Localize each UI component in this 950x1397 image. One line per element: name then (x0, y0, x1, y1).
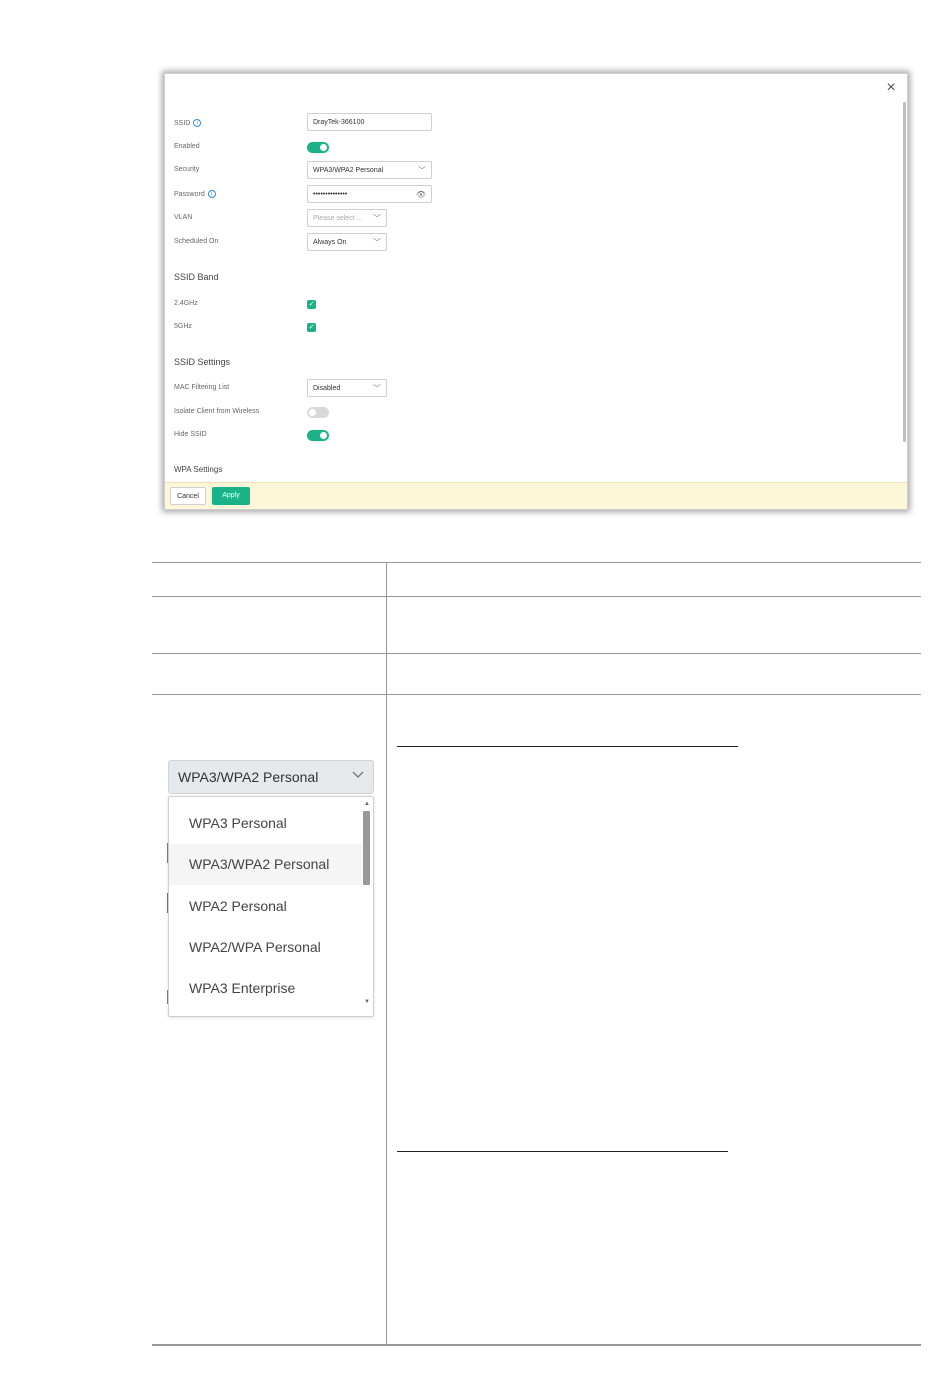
chevron-down-icon (352, 771, 364, 778)
info-icon[interactable]: i (207, 190, 216, 198)
table-rule (152, 562, 921, 563)
band-5-checkbox[interactable]: ✓ (307, 323, 316, 332)
enabled-label: Enabled (174, 143, 200, 150)
cancel-button[interactable]: Cancel (170, 487, 206, 505)
chevron-down-icon: ﹀ (373, 384, 381, 393)
ssid-settings-heading: SSID Settings (174, 357, 231, 367)
info-icon[interactable]: i (193, 119, 202, 127)
dropdown-option[interactable]: WPA3 Personal (169, 803, 362, 844)
band-24-label: 2.4GHz (174, 300, 198, 307)
table-rule (152, 596, 921, 597)
dropdown-scrollbar[interactable] (363, 811, 370, 885)
ssid-band-heading: SSID Band (174, 272, 219, 282)
apply-button[interactable]: Apply (212, 487, 250, 505)
isolate-toggle[interactable] (307, 407, 329, 418)
mac-filter-select[interactable]: Disabled ﹀ (307, 379, 387, 397)
security-dropdown-list: WPA3 Personal WPA3/WPA2 Personal WPA2 Pe… (168, 796, 374, 1017)
scheduled-value: Always On (313, 239, 347, 246)
scheduled-select[interactable]: Always On ﹀ (307, 233, 387, 251)
underline-rule (397, 746, 738, 747)
scroll-up-icon[interactable]: ▲ (364, 801, 370, 807)
mac-filter-value: Disabled (313, 385, 341, 392)
enabled-toggle[interactable] (307, 142, 329, 153)
vlan-label: VLAN (174, 214, 193, 221)
table-rule (152, 653, 921, 654)
table-bottom-rule (152, 1344, 921, 1346)
wpa-settings-heading: WPA Settings (174, 465, 223, 474)
security-select[interactable]: WPA3/WPA2 Personal ﹀ (307, 161, 432, 179)
password-label: Password i (174, 190, 216, 198)
table-column-divider (386, 562, 387, 1345)
table-rule (152, 694, 921, 695)
isolate-label: Isolate Client from Wireless (174, 408, 260, 415)
hide-ssid-toggle[interactable] (307, 430, 329, 441)
security-dropdown-value: WPA3/WPA2 Personal (178, 769, 319, 785)
security-label: Security (174, 166, 200, 173)
band-24-checkbox[interactable]: ✓ (307, 300, 316, 309)
dropdown-option[interactable]: WPA2 Personal (169, 886, 362, 927)
scheduled-label: Scheduled On (174, 238, 219, 245)
vlan-select[interactable]: Please select ... ﹀ (307, 209, 387, 227)
hide-ssid-label: Hide SSID (174, 431, 207, 438)
chevron-down-icon: ﹀ (418, 166, 426, 175)
security-select-value: WPA3/WPA2 Personal (313, 167, 384, 174)
dropdown-option[interactable]: WPA3/WPA2 Personal (169, 844, 362, 885)
chevron-down-icon: ﹀ (373, 238, 381, 247)
dropdown-option[interactable]: WPA2/WPA Personal (169, 927, 362, 968)
dialog-scrollbar[interactable] (903, 102, 906, 442)
band-5-label: 5GHz (174, 323, 192, 330)
mac-filter-label: MAC Filtering List (174, 384, 230, 391)
dropdown-option[interactable]: WPA3 Enterprise (169, 968, 362, 1009)
underline-rule (397, 1151, 728, 1152)
eye-icon[interactable]: 👁 (416, 186, 426, 204)
chevron-down-icon: ﹀ (373, 214, 381, 223)
wireless-ssid-dialog: × SSID i DrayTek-366100 Enabled Security … (164, 73, 908, 510)
scroll-down-icon[interactable]: ▼ (364, 999, 370, 1005)
ssid-input[interactable]: DrayTek-366100 (307, 113, 432, 131)
password-input[interactable]: •••••••••••••• 👁 (307, 185, 432, 203)
ssid-label: SSID i (174, 119, 202, 127)
vlan-placeholder: Please select ... (313, 215, 363, 222)
security-dropdown[interactable]: WPA3/WPA2 Personal (168, 760, 374, 794)
close-icon[interactable]: × (883, 80, 899, 96)
dialog-footer: Cancel Apply (165, 482, 907, 509)
password-value: •••••••••••••• (313, 191, 348, 198)
